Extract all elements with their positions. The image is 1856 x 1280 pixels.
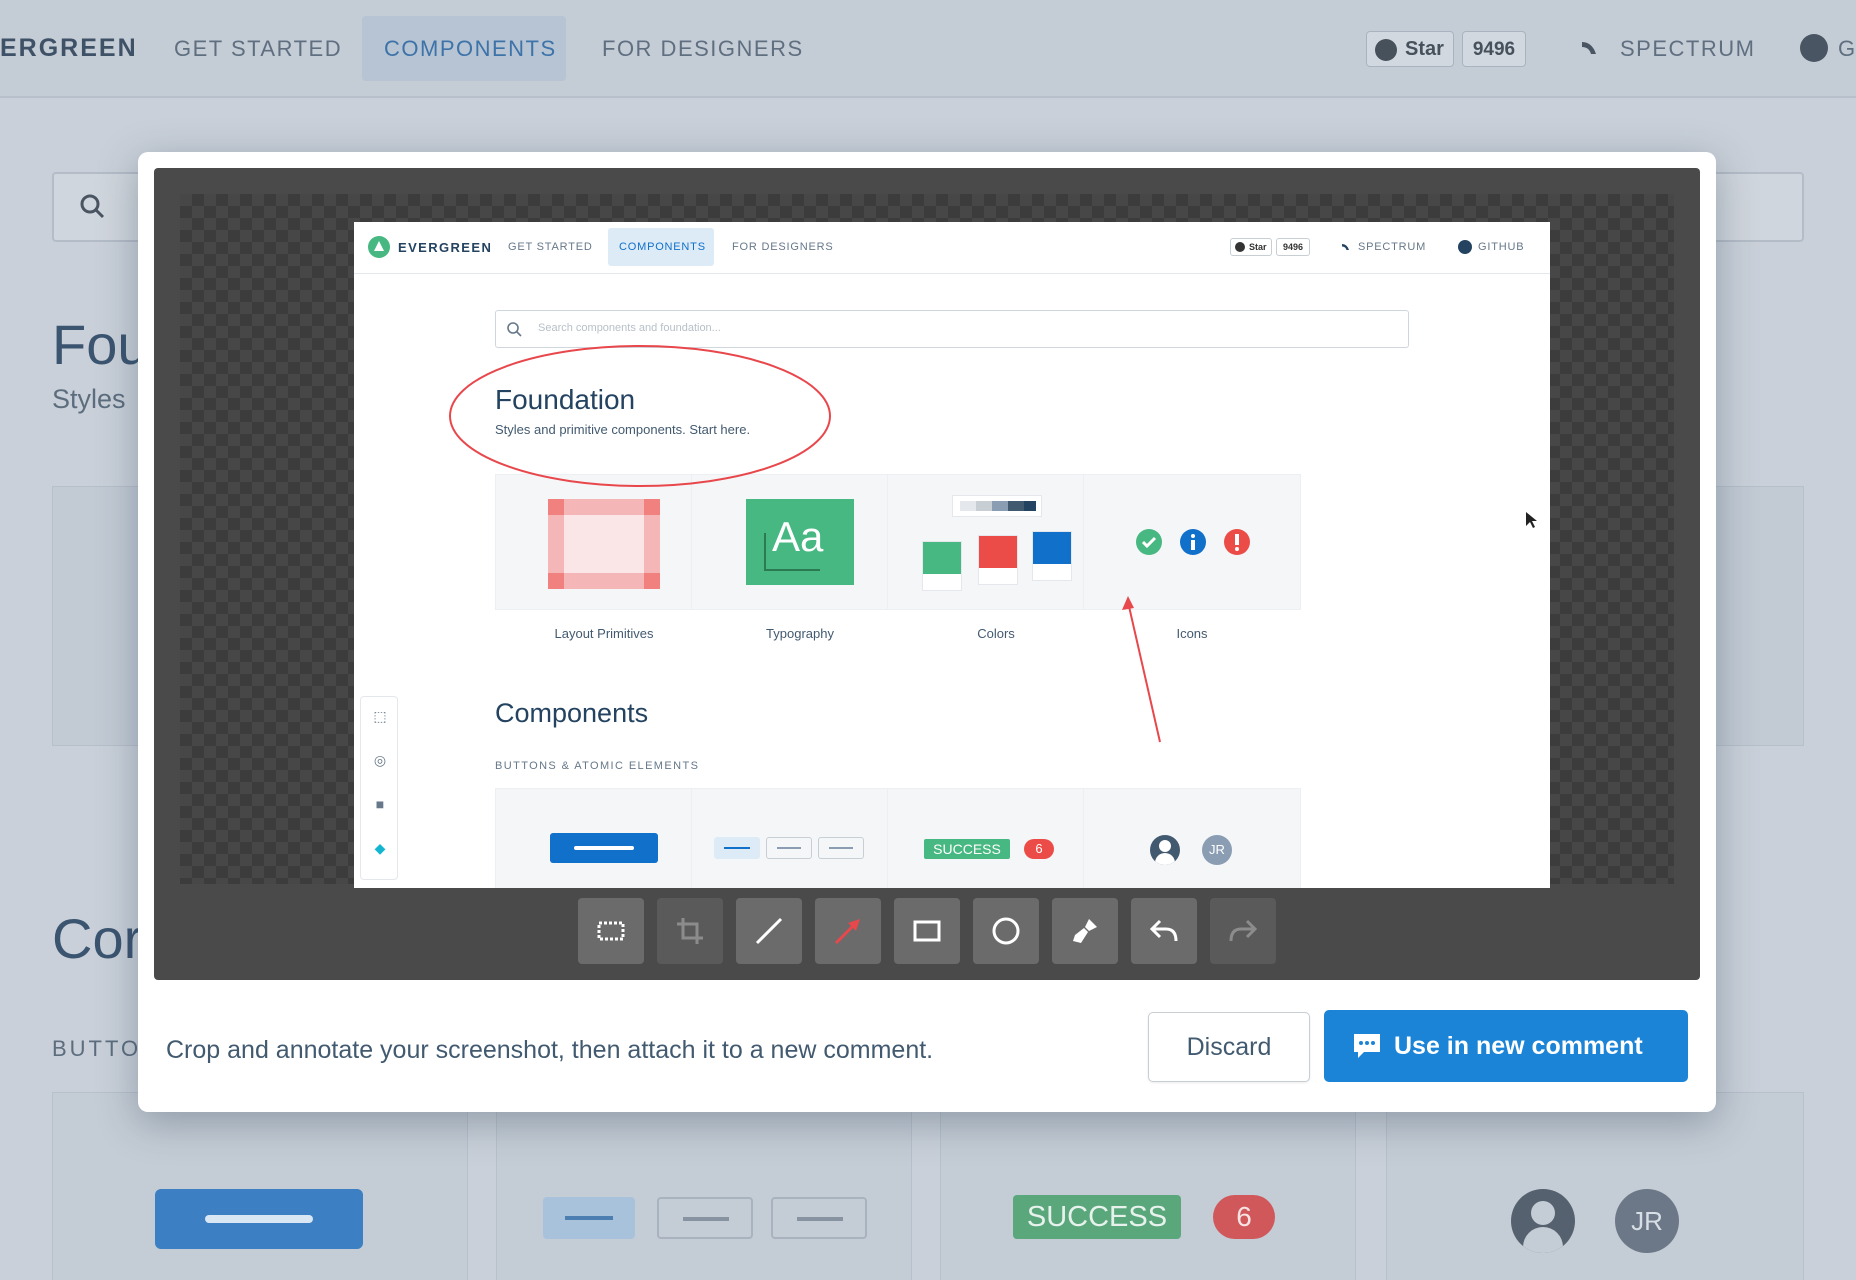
discard-button[interactable]: Discard	[1148, 1012, 1310, 1082]
select-icon	[597, 921, 625, 941]
screenshot-modal: EVERGREEN GET STARTED COMPONENTS FOR DES…	[138, 152, 1716, 1112]
background-nav-for-designers[interactable]: FOR DESIGNERS	[602, 36, 804, 62]
captured-screenshot[interactable]: EVERGREEN GET STARTED COMPONENTS FOR DES…	[354, 222, 1550, 888]
modal-instructions: Crop and annotate your screenshot, then …	[166, 1036, 934, 1064]
annotation-toolbar	[154, 888, 1700, 980]
redo-tool-button[interactable]	[1210, 898, 1276, 964]
canvas-checkerboard: EVERGREEN GET STARTED COMPONENTS FOR DES…	[180, 194, 1674, 888]
background-star-count: 9496	[1462, 31, 1526, 67]
background-avatar-card: JR	[1386, 1092, 1804, 1280]
background-foundation-subtitle: Styles	[52, 384, 126, 414]
annotation-arrow	[1127, 601, 1161, 743]
use-in-new-comment-label: Use in new comment	[1394, 1031, 1643, 1060]
background-nav-get-started[interactable]: GET STARTED	[174, 36, 342, 62]
background-badge-card: SUCCESS 6	[940, 1092, 1356, 1280]
comment-icon	[1354, 1034, 1380, 1058]
undo-icon	[1149, 919, 1178, 942]
background-navbar: ERGREEN GET STARTED COMPONENTS FOR DESIG…	[0, 0, 1856, 98]
brush-tool-button[interactable]	[1052, 898, 1118, 964]
primary-button-sample	[155, 1189, 363, 1249]
github-icon	[1375, 39, 1397, 61]
select-tool-button[interactable]	[578, 898, 644, 964]
line-tool-button[interactable]	[736, 898, 802, 964]
segment-sample	[543, 1197, 635, 1239]
count-badge: 6	[1213, 1195, 1275, 1239]
brush-icon	[1073, 919, 1097, 943]
background-section-label: BUTTO	[52, 1036, 142, 1061]
spectrum-icon	[1582, 42, 1596, 54]
star-label: Star	[1405, 38, 1444, 60]
background-segmented-card	[496, 1092, 912, 1280]
segment-sample	[657, 1197, 753, 1239]
rectangle-tool-button[interactable]	[894, 898, 960, 964]
background-nav-spectrum[interactable]: SPECTRUM	[1620, 36, 1755, 62]
background-nav-components[interactable]: COMPONENTS	[384, 36, 557, 62]
ellipse-tool-button[interactable]	[973, 898, 1039, 964]
line-icon	[755, 917, 783, 945]
background-logo: ERGREEN	[0, 34, 138, 62]
annotation-arrowhead	[1122, 596, 1134, 610]
undo-tool-button[interactable]	[1131, 898, 1197, 964]
annotation-layer	[449, 345, 1537, 743]
mouse-cursor-icon	[1526, 512, 1537, 528]
redo-icon	[1229, 919, 1258, 942]
arrow-tool-button[interactable]	[815, 898, 881, 964]
background-github-star-button[interactable]: Star	[1366, 31, 1454, 67]
arrow-icon	[834, 919, 860, 945]
github-icon	[1800, 34, 1828, 62]
avatar	[1511, 1189, 1575, 1253]
crop-icon	[677, 918, 703, 944]
segment-sample	[771, 1197, 867, 1239]
background-nav-github[interactable]: G	[1838, 36, 1856, 62]
use-in-new-comment-button[interactable]: Use in new comment	[1324, 1010, 1688, 1082]
annotation-ellipse	[449, 345, 831, 487]
search-icon	[80, 194, 105, 219]
ellipse-icon	[992, 917, 1020, 945]
rectangle-icon	[913, 920, 941, 942]
background-button-card	[52, 1092, 468, 1280]
background-components-title: Cor	[52, 907, 143, 970]
background-foundation-title: Fou	[52, 313, 149, 376]
success-badge: SUCCESS	[1013, 1195, 1181, 1239]
avatar-initials: JR	[1615, 1189, 1679, 1253]
crop-tool-button[interactable]	[657, 898, 723, 964]
annotation-editor: EVERGREEN GET STARTED COMPONENTS FOR DES…	[154, 168, 1700, 980]
